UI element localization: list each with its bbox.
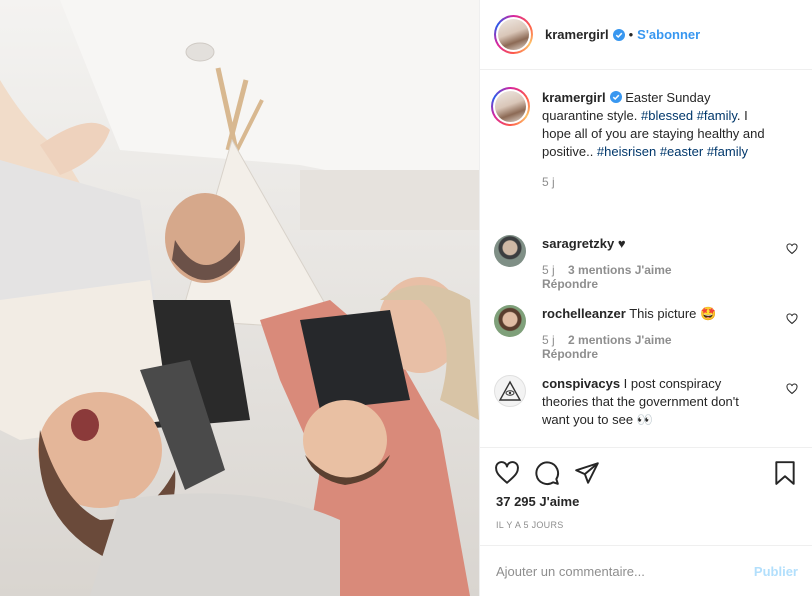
hashtag-link[interactable]: #family — [697, 108, 737, 123]
caption-username[interactable]: kramergirl — [542, 90, 606, 105]
paper-plane-icon[interactable] — [574, 460, 600, 486]
verified-badge-icon — [612, 28, 625, 41]
like-count[interactable]: 37 295 J'aime — [496, 494, 579, 509]
comment-icon[interactable] — [534, 460, 560, 486]
comment-composer: Publier — [480, 545, 812, 596]
eye-pyramid-icon — [499, 380, 521, 401]
bookmark-icon[interactable] — [772, 460, 798, 486]
caption-avatar[interactable] — [491, 87, 530, 126]
comments-list[interactable]: kramergirl Easter Sunday quarantine styl… — [480, 71, 812, 448]
hashtag-link[interactable]: #easter — [660, 144, 703, 159]
post-side-panel: kramergirl • S'abonner kramergirl Easter… — [479, 0, 812, 596]
caption: kramergirl Easter Sunday quarantine styl… — [491, 87, 798, 189]
post-actions — [494, 455, 798, 491]
comment-likes[interactable]: 2 mentions J'aime — [568, 333, 672, 347]
author-username[interactable]: kramergirl — [545, 27, 609, 42]
reply-button[interactable]: Répondre — [542, 277, 598, 291]
heart-icon[interactable] — [494, 460, 520, 486]
commenter-username[interactable]: rochelleanzer — [542, 306, 626, 321]
avatar — [498, 19, 529, 50]
hashtag-link[interactable]: #heisrisen — [597, 144, 656, 159]
avatar-story-ring[interactable] — [494, 15, 533, 54]
post-timestamp[interactable]: IL Y A 5 JOURS — [496, 520, 564, 530]
comment-likes[interactable]: 3 mentions J'aime — [568, 263, 672, 277]
comment-age[interactable]: 5 j — [542, 333, 555, 347]
caption-age[interactable]: 5 j — [542, 175, 555, 189]
heart-outline-icon[interactable] — [786, 313, 798, 325]
comment-item: rochelleanzer This picture 🤩 5 j 2 menti… — [494, 305, 798, 361]
commenter-avatar[interactable] — [494, 305, 526, 337]
hashtag-link[interactable]: #blessed — [641, 108, 693, 123]
heart-outline-icon[interactable] — [786, 383, 798, 395]
comment-text: ♥ — [617, 236, 626, 251]
comment-age[interactable]: 5 j — [542, 263, 555, 277]
follow-button[interactable]: S'abonner — [637, 27, 700, 42]
comment-item: conspivacys I post conspiracy theories t… — [494, 375, 798, 429]
separator-dot: • — [628, 27, 634, 42]
post-header: kramergirl • S'abonner — [480, 0, 812, 70]
photo-illustration — [0, 0, 479, 596]
comment-input[interactable] — [496, 563, 754, 579]
commenter-username[interactable]: conspivacys — [542, 376, 620, 391]
commenter-username[interactable]: saragretzky — [542, 236, 614, 251]
post-photo[interactable] — [0, 0, 479, 596]
verified-badge-icon — [609, 91, 622, 103]
hashtag-link[interactable]: #family — [707, 144, 748, 159]
heart-outline-icon[interactable] — [786, 243, 798, 255]
publish-button[interactable]: Publier — [754, 564, 798, 579]
comment-item: saragretzky ♥ 5 j 3 mentions J'aime Répo… — [494, 235, 798, 291]
comment-text: This picture 🤩 — [629, 306, 717, 321]
commenter-avatar[interactable] — [494, 235, 526, 267]
commenter-avatar[interactable] — [494, 375, 526, 407]
reply-button[interactable]: Répondre — [542, 347, 598, 361]
